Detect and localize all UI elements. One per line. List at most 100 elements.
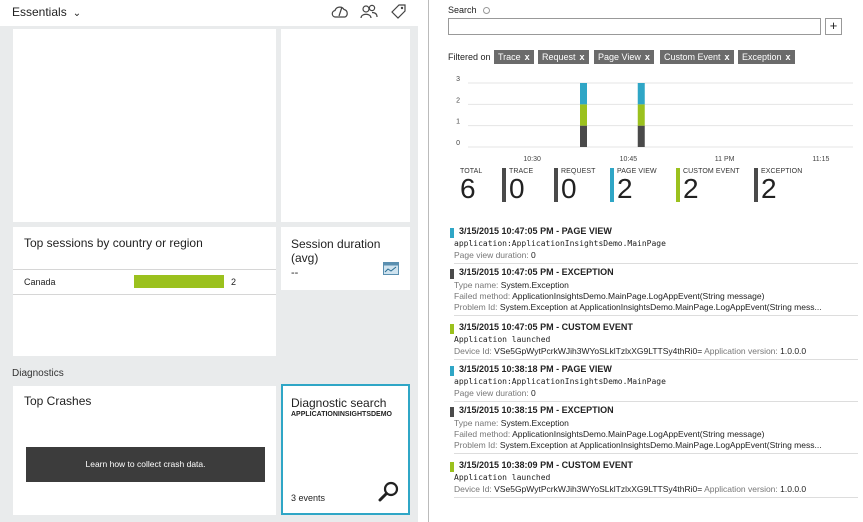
chevron-down-icon: ⌄ bbox=[72, 8, 82, 19]
event-count: 3 events bbox=[291, 493, 326, 503]
event-message: application:ApplicationInsightsDemo.Main… bbox=[454, 239, 666, 248]
x-tick-label: 11:15 bbox=[812, 156, 829, 163]
detail-key: Problem Id: bbox=[454, 302, 500, 312]
remove-icon[interactable]: x bbox=[786, 52, 791, 62]
detail-key: Device Id: bbox=[454, 346, 495, 356]
chart-bar-exception bbox=[580, 125, 587, 147]
y-tick-label: 1 bbox=[456, 119, 460, 126]
essentials-toggle[interactable]: Essentials ⌄ bbox=[12, 5, 81, 19]
search-pane: Search + Filtered on Trace x Request x Pag… bbox=[429, 0, 863, 522]
events-chart[interactable]: 3 2 1 0 10:30 10:45 11 PM 11:15 bbox=[448, 70, 858, 165]
cloud-icon[interactable] bbox=[330, 3, 350, 21]
duration-value: -- bbox=[291, 267, 299, 279]
event-title: 3/15/2015 10:38:15 PM - EXCEPTION bbox=[459, 405, 614, 415]
event-message: application:ApplicationInsightsDemo.Main… bbox=[454, 377, 666, 386]
detail-key: Application version: bbox=[702, 484, 781, 494]
blank-tile-right[interactable] bbox=[281, 29, 410, 222]
stat-custom-event[interactable]: CUSTOM EVENT 2 bbox=[676, 168, 740, 203]
filter-chip-label: Custom Event bbox=[664, 52, 721, 62]
event-detail: Problem Id: System.Exception at Applicat… bbox=[454, 440, 822, 450]
event-detail: Page view duration: 0 bbox=[454, 250, 536, 260]
country-label: Canada bbox=[24, 277, 56, 287]
detail-value: 1.0.0.0 bbox=[780, 484, 807, 494]
detail-value: 0 bbox=[531, 388, 536, 398]
chart-bar-page-view bbox=[580, 83, 587, 105]
country-value: 2 bbox=[231, 277, 237, 287]
stat-exception[interactable]: EXCEPTION 2 bbox=[754, 168, 802, 203]
event-title: 3/15/2015 10:38:18 PM - PAGE VIEW bbox=[459, 364, 612, 374]
country-bar bbox=[134, 275, 224, 288]
x-tick-label: 10:45 bbox=[620, 156, 638, 163]
detail-key: Problem Id: bbox=[454, 440, 500, 450]
search-input[interactable] bbox=[448, 18, 821, 35]
search-label: Search bbox=[448, 5, 491, 15]
event-item[interactable]: 3/15/2015 10:38:09 PM - CUSTOM EVENT Appl… bbox=[450, 460, 862, 510]
event-detail: Failed method: ApplicationInsightsDemo.M… bbox=[454, 291, 764, 301]
users-icon[interactable] bbox=[359, 3, 379, 21]
remove-icon[interactable]: x bbox=[725, 52, 730, 62]
filter-chip-label: Trace bbox=[498, 52, 521, 62]
stat-color-bar bbox=[610, 168, 614, 202]
detail-value: System.Exception at ApplicationInsightsD… bbox=[499, 440, 822, 450]
diagnostic-search-tile[interactable]: Diagnostic search APPLICATIONINSIGHTSDEM… bbox=[281, 384, 410, 515]
detail-value: VSe5GpWytPcrkWJih3WYoSLklTzlxXG9LTTSy4th… bbox=[494, 346, 703, 356]
session-duration-tile[interactable]: Session duration (avg) -- bbox=[281, 227, 410, 290]
stat-value: 0 bbox=[509, 173, 525, 204]
stat-request[interactable]: REQUEST 0 bbox=[554, 168, 596, 203]
stat-value: 2 bbox=[761, 173, 777, 204]
event-detail: Failed method: ApplicationInsightsDemo.M… bbox=[454, 429, 764, 439]
y-tick-label: 2 bbox=[456, 97, 460, 104]
event-type-marker bbox=[450, 462, 454, 472]
event-detail: Problem Id: System.Exception at Applicat… bbox=[454, 302, 822, 312]
stat-trace[interactable]: TRACE 0 bbox=[502, 168, 533, 203]
tag-icon[interactable] bbox=[389, 3, 409, 21]
remove-icon[interactable]: x bbox=[525, 52, 530, 62]
blank-tile-left[interactable] bbox=[13, 29, 276, 222]
learn-crash-data-button[interactable]: Learn how to collect crash data. bbox=[26, 447, 265, 482]
detail-key: Page view duration: bbox=[454, 250, 532, 260]
event-divider bbox=[454, 453, 858, 454]
chart-bar-custom-event bbox=[580, 104, 587, 126]
tile-subtitle: APPLICATIONINSIGHTSDEMO bbox=[291, 411, 392, 418]
detail-key: Failed method: bbox=[454, 291, 513, 301]
stat-color-bar bbox=[754, 168, 758, 202]
event-item[interactable]: 3/15/2015 10:38:15 PM - EXCEPTION Type na… bbox=[450, 405, 862, 455]
filter-chip-request[interactable]: Request x bbox=[538, 50, 589, 64]
filter-chip-custom-event[interactable]: Custom Event x bbox=[660, 50, 734, 64]
info-icon[interactable] bbox=[483, 7, 491, 15]
remove-icon[interactable]: x bbox=[645, 52, 650, 62]
sessions-by-country-tile[interactable]: Top sessions by country or region Canada… bbox=[13, 227, 276, 356]
event-divider bbox=[454, 401, 858, 402]
detail-value: ApplicationInsightsDemo.MainPage.LogAppE… bbox=[512, 429, 765, 439]
event-detail: Type name: System.Exception bbox=[454, 280, 569, 290]
stat-color-bar bbox=[554, 168, 558, 202]
filter-chip-label: Exception bbox=[742, 52, 782, 62]
overview-pane: Essentials ⌄ Top sessions by country or r… bbox=[0, 0, 418, 522]
x-tick-label: 11 PM bbox=[715, 156, 735, 163]
stat-color-bar bbox=[676, 168, 680, 202]
event-item[interactable]: 3/15/2015 10:47:05 PM - EXCEPTION Type na… bbox=[450, 267, 862, 317]
divider bbox=[13, 269, 276, 270]
filter-chip-exception[interactable]: Exception x bbox=[738, 50, 795, 64]
detail-value: 0 bbox=[531, 250, 536, 260]
remove-icon[interactable]: x bbox=[580, 52, 585, 62]
event-type-marker bbox=[450, 407, 454, 417]
stat-page-view[interactable]: PAGE VIEW 2 bbox=[610, 168, 657, 203]
event-type-marker bbox=[450, 269, 454, 279]
filter-chip-page-view[interactable]: Page View x bbox=[594, 50, 654, 64]
filter-chip-trace[interactable]: Trace x bbox=[494, 50, 534, 64]
event-divider bbox=[454, 263, 858, 264]
stat-total[interactable]: TOTAL 6 bbox=[460, 168, 482, 203]
overview-toolbar: Essentials ⌄ bbox=[0, 0, 418, 26]
add-button[interactable]: + bbox=[825, 18, 842, 35]
top-crashes-tile[interactable]: Top Crashes Learn how to collect crash d… bbox=[13, 386, 276, 515]
detail-value: System.Exception bbox=[500, 418, 569, 428]
event-divider bbox=[454, 359, 858, 360]
event-title: 3/15/2015 10:47:05 PM - CUSTOM EVENT bbox=[459, 322, 633, 332]
event-title: 3/15/2015 10:38:09 PM - CUSTOM EVENT bbox=[459, 460, 633, 470]
event-type-marker bbox=[450, 228, 454, 238]
detail-value: VSe5GpWytPcrkWJih3WYoSLklTzlxXG9LTTSy4th… bbox=[494, 484, 703, 494]
tile-title: Top Crashes bbox=[24, 394, 92, 408]
event-detail: Device Id: VSe5GpWytPcrkWJih3WYoSLklTzlx… bbox=[454, 484, 806, 494]
detail-value: 1.0.0.0 bbox=[780, 346, 807, 356]
